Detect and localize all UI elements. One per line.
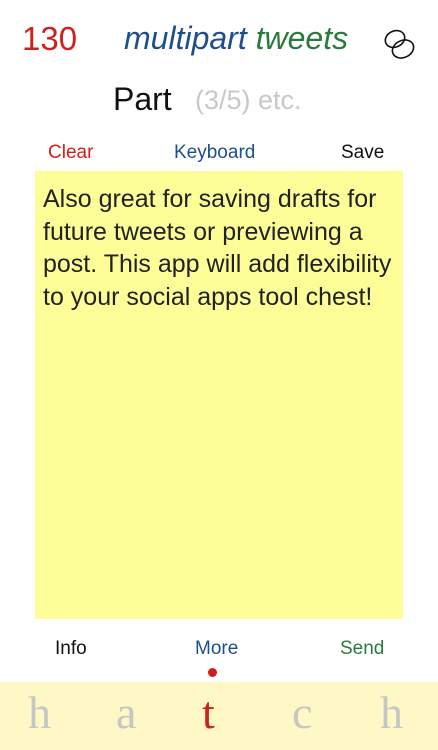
info-button[interactable]: Info <box>55 638 87 660</box>
overlapping-ovals-icon <box>384 29 415 59</box>
part-row: Part (3/5) etc. <box>0 81 438 122</box>
header: 130 multipart tweets <box>0 0 438 70</box>
hatch-letter-h[interactable]: h <box>28 687 51 739</box>
save-button[interactable]: Save <box>341 142 384 164</box>
tweet-text: Also great for saving drafts for future … <box>43 185 392 311</box>
part-hint: (3/5) etc. <box>195 85 302 115</box>
character-count: 130 <box>22 20 78 57</box>
send-button[interactable]: Send <box>340 638 384 660</box>
toolbar: Clear Keyboard Save <box>0 140 438 168</box>
active-indicator-dot <box>208 668 217 677</box>
app-title-tweets: tweets <box>255 20 349 56</box>
hatch-letter-t[interactable]: t <box>202 687 215 739</box>
keyboard-button[interactable]: Keyboard <box>174 142 255 164</box>
hatch-letter-h2[interactable]: h <box>380 687 403 739</box>
hatch-letter-a[interactable]: a <box>116 687 136 739</box>
part-label: Part <box>113 81 172 117</box>
bottom-bar: Info More Send <box>0 636 438 666</box>
clear-button[interactable]: Clear <box>48 142 93 164</box>
hatch-bar: h a t c h <box>0 682 438 750</box>
tweet-text-area[interactable]: Also great for saving drafts for future … <box>35 171 403 619</box>
app-title-multipart: multipart <box>124 20 247 56</box>
hatch-letter-c[interactable]: c <box>292 687 312 739</box>
app-title: multipart tweets <box>124 22 348 54</box>
more-button[interactable]: More <box>195 638 238 660</box>
